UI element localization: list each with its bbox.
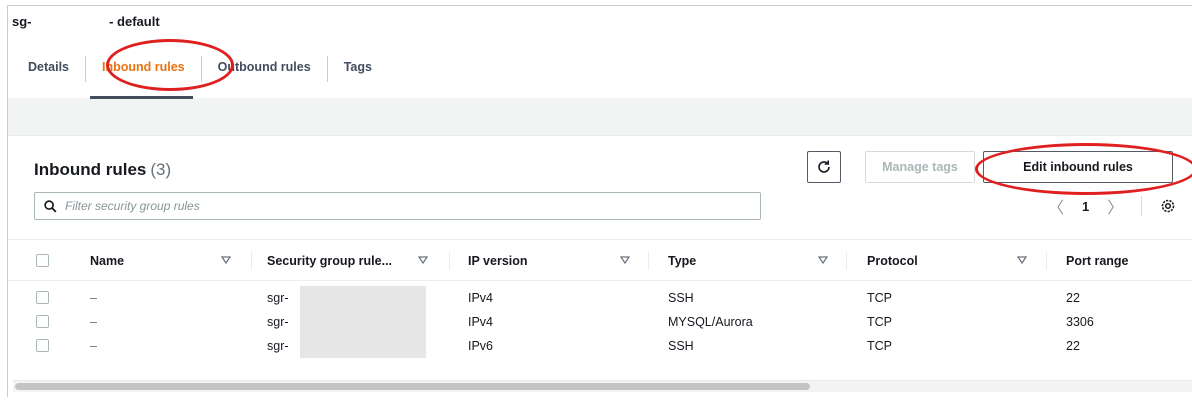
sort-icon[interactable] bbox=[221, 255, 231, 265]
table-header: Name Security group rule... IP version T… bbox=[8, 239, 1192, 281]
security-group-window: sg- - default Details Inbound rules Outb… bbox=[7, 5, 1192, 397]
pagination: 〈 1 〉 bbox=[1048, 194, 1176, 218]
column-header-rule-id[interactable]: Security group rule... bbox=[267, 240, 392, 282]
table-row[interactable]: – sgr- IPv4 MYSQL/Aurora TCP 3306 bbox=[8, 310, 1192, 334]
gear-icon bbox=[1161, 199, 1175, 213]
page-number[interactable]: 1 bbox=[1082, 199, 1089, 214]
security-group-header: sg- - default Details Inbound rules Outb… bbox=[8, 6, 1192, 99]
tab-outbound-rules[interactable]: Outbound rules bbox=[218, 56, 311, 78]
edit-inbound-rules-button[interactable]: Edit inbound rules bbox=[983, 151, 1173, 183]
rule-count: (3) bbox=[150, 160, 172, 179]
tab-divider bbox=[200, 56, 202, 82]
redacted-cell bbox=[300, 286, 426, 310]
column-header-port-range[interactable]: Port range bbox=[1066, 240, 1129, 282]
sort-icon[interactable] bbox=[620, 255, 630, 265]
sort-icon[interactable] bbox=[1017, 255, 1027, 265]
filter-rules-field[interactable] bbox=[34, 192, 761, 220]
cell-ip-version: IPv4 bbox=[468, 291, 494, 305]
table-row[interactable]: – sgr- IPv6 SSH TCP 22 bbox=[8, 334, 1192, 358]
scrollbar-thumb[interactable] bbox=[15, 383, 810, 390]
sort-icon[interactable] bbox=[418, 255, 428, 265]
column-header-protocol[interactable]: Protocol bbox=[867, 240, 918, 282]
tab-tags[interactable]: Tags bbox=[344, 56, 372, 78]
filter-input[interactable] bbox=[65, 199, 745, 213]
redacted-cell bbox=[300, 334, 426, 358]
inbound-rules-panel: Inbound rules (3) Manage tags Edit inboun… bbox=[8, 135, 1192, 397]
table-row[interactable]: – sgr- IPv4 SSH TCP 22 bbox=[8, 286, 1192, 310]
column-divider bbox=[449, 252, 450, 270]
tab-details[interactable]: Details bbox=[28, 56, 69, 78]
horizontal-scrollbar[interactable] bbox=[13, 380, 1192, 392]
cell-rule-id[interactable]: sgr- bbox=[267, 310, 289, 334]
cell-port-range: 3306 bbox=[1066, 315, 1094, 329]
select-all-checkbox[interactable] bbox=[36, 254, 49, 267]
cell-rule-id[interactable]: sgr- bbox=[267, 334, 289, 358]
preferences-button[interactable] bbox=[1160, 198, 1176, 214]
redacted-cell bbox=[300, 310, 426, 334]
cell-type: SSH bbox=[668, 291, 694, 305]
cell-rule-id[interactable]: sgr- bbox=[267, 286, 289, 310]
column-header-type[interactable]: Type bbox=[668, 240, 696, 282]
redacted-id bbox=[31, 14, 106, 26]
column-header-name[interactable]: Name bbox=[90, 240, 124, 282]
pager-divider bbox=[1141, 196, 1143, 216]
row-checkbox[interactable] bbox=[36, 315, 49, 328]
column-divider bbox=[251, 252, 252, 270]
refresh-button[interactable] bbox=[807, 151, 841, 183]
prev-page-button[interactable]: 〈 bbox=[1048, 194, 1064, 218]
security-group-title: sg- - default bbox=[12, 14, 160, 29]
tab-inbound-rules[interactable]: Inbound rules bbox=[90, 56, 193, 99]
tab-divider bbox=[326, 56, 328, 82]
column-divider bbox=[648, 252, 649, 270]
sort-icon[interactable] bbox=[818, 255, 828, 265]
cell-type: MYSQL/Aurora bbox=[668, 315, 753, 329]
next-page-button[interactable]: 〉 bbox=[1107, 194, 1123, 218]
cell-ip-version: IPv6 bbox=[468, 339, 494, 353]
cell-port-range: 22 bbox=[1066, 339, 1080, 353]
tab-bar: Details Inbound rules Outbound rules Tag… bbox=[28, 56, 372, 99]
cell-ip-version: IPv4 bbox=[468, 315, 494, 329]
cell-name: – bbox=[90, 315, 97, 329]
search-icon bbox=[43, 199, 57, 213]
tab-divider bbox=[85, 56, 86, 82]
cell-protocol: TCP bbox=[867, 315, 892, 329]
manage-tags-button[interactable]: Manage tags bbox=[865, 151, 975, 183]
inbound-rules-table: Name Security group rule... IP version T… bbox=[8, 239, 1192, 358]
row-checkbox[interactable] bbox=[36, 291, 49, 304]
column-divider bbox=[846, 252, 847, 270]
cell-protocol: TCP bbox=[867, 339, 892, 353]
row-checkbox[interactable] bbox=[36, 339, 49, 352]
panel-title: Inbound rules (3) bbox=[34, 160, 172, 179]
cell-name: – bbox=[90, 291, 97, 305]
cell-type: SSH bbox=[668, 339, 694, 353]
refresh-icon bbox=[818, 160, 830, 173]
cell-port-range: 22 bbox=[1066, 291, 1080, 305]
cell-name: – bbox=[90, 339, 97, 353]
column-header-ip-version[interactable]: IP version bbox=[468, 240, 528, 282]
column-divider bbox=[1046, 252, 1047, 270]
cell-protocol: TCP bbox=[867, 291, 892, 305]
